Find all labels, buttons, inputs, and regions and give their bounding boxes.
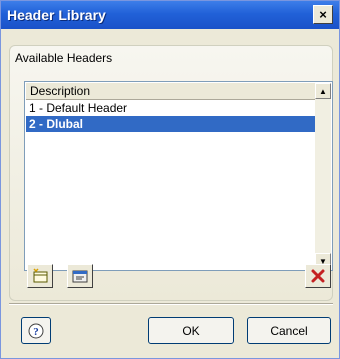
edit-header-icon [72, 270, 88, 283]
new-header-icon [33, 268, 48, 283]
title-bar[interactable]: Header Library × [1, 1, 339, 29]
help-button[interactable]: ? [21, 317, 51, 344]
vertical-scrollbar[interactable]: ▲ ▼ [315, 83, 331, 269]
delete-header-button[interactable] [305, 264, 331, 288]
ok-button[interactable]: OK [148, 317, 234, 344]
group-label: Available Headers [15, 51, 113, 65]
dialog-title: Header Library [7, 7, 106, 23]
separator [9, 303, 333, 305]
cancel-button[interactable]: Cancel [247, 317, 331, 344]
list-item[interactable]: 1 - Default Header [26, 100, 316, 116]
delete-icon [311, 269, 325, 283]
column-header-description[interactable]: Description [26, 83, 316, 100]
header-library-dialog: Header Library × Available Headers Descr… [0, 0, 340, 359]
new-header-button[interactable] [27, 264, 53, 288]
close-button[interactable]: × [313, 5, 333, 24]
help-icon: ? [28, 323, 44, 338]
svg-text:?: ? [33, 326, 39, 338]
arrow-up-icon: ▲ [319, 86, 327, 96]
headers-list[interactable]: Description 1 - Default Header 2 - Dluba… [24, 81, 333, 271]
list-item-selected[interactable]: 2 - Dlubal [26, 116, 316, 132]
edit-header-button[interactable] [67, 264, 93, 288]
close-icon: × [319, 7, 327, 22]
scroll-up-button[interactable]: ▲ [315, 83, 331, 99]
